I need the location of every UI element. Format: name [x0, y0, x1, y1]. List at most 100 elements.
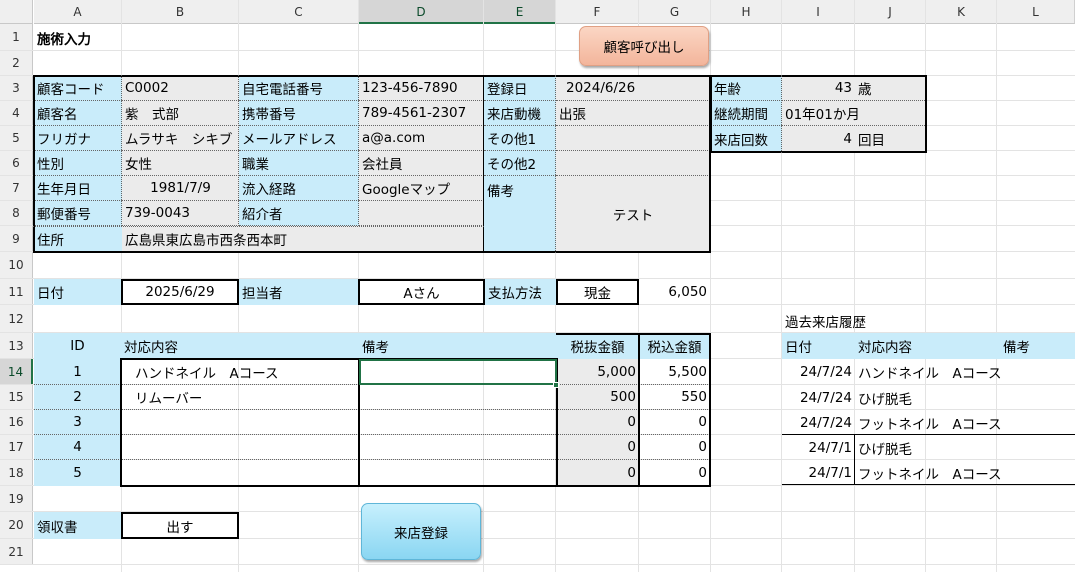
row-header-1[interactable]: 1 — [0, 24, 33, 51]
mobile-value[interactable]: 789-4561-2307 — [359, 101, 484, 126]
history-date: 24/7/24 — [799, 389, 852, 406]
email-value[interactable]: a@a.com — [359, 126, 484, 151]
column-header-f[interactable]: F — [556, 0, 639, 24]
reg-date-label: 登録日 — [484, 76, 556, 101]
age-value[interactable]: 43 — [782, 76, 855, 101]
history-content: フットネイル Aコース — [858, 416, 1002, 433]
history-date: 24/7/24 — [799, 414, 852, 431]
row-header-15[interactable]: 15 — [0, 385, 33, 410]
history-content: フットネイル Aコース — [858, 467, 1002, 483]
column-header-l[interactable]: L — [997, 0, 1075, 24]
row-header-7[interactable]: 7 — [0, 176, 33, 201]
total-amount: 6,050 — [668, 284, 707, 300]
payment-value[interactable]: 現金 — [556, 279, 639, 305]
service-note[interactable] — [359, 385, 556, 410]
visits-value[interactable]: 4 — [782, 126, 855, 151]
call-customer-button[interactable]: 顧客呼び出し — [579, 26, 709, 66]
row-header-10[interactable]: 10 — [0, 252, 33, 279]
kana-label: フリガナ — [34, 126, 122, 151]
visit-date-value[interactable]: 2025/6/29 — [121, 279, 239, 305]
register-visit-button[interactable]: 来店登録 — [361, 503, 481, 560]
service-content[interactable] — [121, 435, 359, 460]
service-content[interactable]: ハンドネイル Aコース — [121, 359, 359, 385]
row-header-21[interactable]: 21 — [0, 539, 33, 565]
gridline — [996, 0, 997, 572]
history-header-date: 日付 — [782, 333, 855, 359]
service-note[interactable] — [359, 460, 556, 486]
history-header-content: 対応内容 — [855, 333, 1000, 359]
row-header-6[interactable]: 6 — [0, 151, 33, 176]
other1-label: その他1 — [484, 126, 556, 151]
row-header-12[interactable]: 12 — [0, 305, 33, 333]
referrer-value[interactable] — [359, 201, 484, 226]
job-value[interactable]: 会社員 — [359, 151, 484, 176]
column-header-d[interactable]: D — [359, 0, 484, 24]
service-content[interactable] — [121, 410, 359, 435]
select-all-corner[interactable] — [0, 0, 33, 24]
column-header-a[interactable]: A — [34, 0, 122, 24]
address-value[interactable]: 広島県東広島市西条西本町 — [122, 226, 484, 252]
service-in-tax: 0 — [639, 410, 710, 435]
row-header-2[interactable]: 2 — [0, 51, 33, 76]
history-header-note: 備考 — [1000, 333, 1075, 359]
service-ex-tax: 0 — [556, 435, 639, 460]
motive-value[interactable]: 出張 — [556, 101, 710, 126]
row-header-14[interactable]: 14 — [0, 359, 33, 385]
staff-value[interactable]: Aさん — [358, 279, 485, 305]
customer-name-value[interactable]: 紫 式部 — [122, 101, 239, 126]
reg-date-value[interactable]: 2024/6/26 — [556, 76, 710, 101]
column-header-c[interactable]: C — [239, 0, 359, 24]
column-header-b[interactable]: B — [122, 0, 239, 24]
service-ex-tax: 5,000 — [556, 359, 639, 385]
service-content[interactable] — [121, 460, 359, 486]
service-id: 4 — [34, 435, 121, 460]
services-header-note: 備考 — [359, 333, 556, 359]
motive-label: 来店動機 — [484, 101, 556, 126]
birthdate-value[interactable]: 1981/7/9 — [122, 176, 239, 201]
service-note[interactable] — [359, 359, 556, 385]
row-header-18[interactable]: 18 — [0, 460, 33, 486]
row-header-13[interactable]: 13 — [0, 333, 33, 359]
column-header-j[interactable]: J — [855, 0, 926, 24]
service-note[interactable] — [359, 410, 556, 435]
receipt-value[interactable]: 出す — [121, 512, 239, 539]
zip-value[interactable]: 739-0043 — [122, 201, 239, 226]
row-header-9[interactable]: 9 — [0, 226, 33, 252]
service-in-tax: 0 — [639, 435, 710, 460]
row-header-11[interactable]: 11 — [0, 279, 33, 305]
row-header-4[interactable]: 4 — [0, 101, 33, 126]
row-header-16[interactable]: 16 — [0, 410, 33, 435]
history-date: 24/7/1 — [808, 439, 852, 456]
gender-value[interactable]: 女性 — [122, 151, 239, 176]
column-header-k[interactable]: K — [926, 0, 997, 24]
row-header-19[interactable]: 19 — [0, 486, 33, 512]
service-content[interactable]: リムーバー — [121, 385, 359, 410]
job-label: 職業 — [239, 151, 359, 176]
column-header-h[interactable]: H — [711, 0, 782, 24]
other2-value[interactable] — [556, 151, 710, 176]
row-header-3[interactable]: 3 — [0, 76, 33, 101]
gender-label: 性別 — [34, 151, 122, 176]
source-value[interactable]: Googleマップ — [359, 176, 484, 201]
history-content: ハンドネイル Aコース — [858, 366, 1002, 382]
column-header-e[interactable]: E — [484, 0, 556, 24]
column-header-i[interactable]: I — [782, 0, 855, 24]
home-phone-value[interactable]: 123-456-7890 — [359, 76, 484, 101]
row-header-5[interactable]: 5 — [0, 126, 33, 151]
note-value[interactable]: テスト — [556, 176, 710, 252]
row-header-17[interactable]: 17 — [0, 435, 33, 460]
service-note[interactable] — [359, 435, 556, 460]
service-id: 5 — [34, 460, 121, 486]
gridline — [925, 0, 926, 572]
column-header-g[interactable]: G — [639, 0, 711, 24]
row-header-20[interactable]: 20 — [0, 512, 33, 539]
receipt-label: 領収書 — [34, 512, 121, 539]
customer-code-value[interactable]: C0002 — [122, 76, 239, 101]
other1-value[interactable] — [556, 126, 710, 151]
history-date: 24/7/1 — [808, 465, 852, 481]
services-header-content: 対応内容 — [121, 333, 359, 359]
duration-value[interactable]: 01年01か月 — [782, 101, 925, 126]
row-header-8[interactable]: 8 — [0, 201, 33, 226]
spreadsheet[interactable]: ABCDEFGHIJKL 1 2 3 4 5 6 7 8 9 10 11 12 13 14 15 16 17 18… — [0, 0, 1075, 572]
kana-value[interactable]: ムラサキ シキブ — [122, 126, 239, 151]
